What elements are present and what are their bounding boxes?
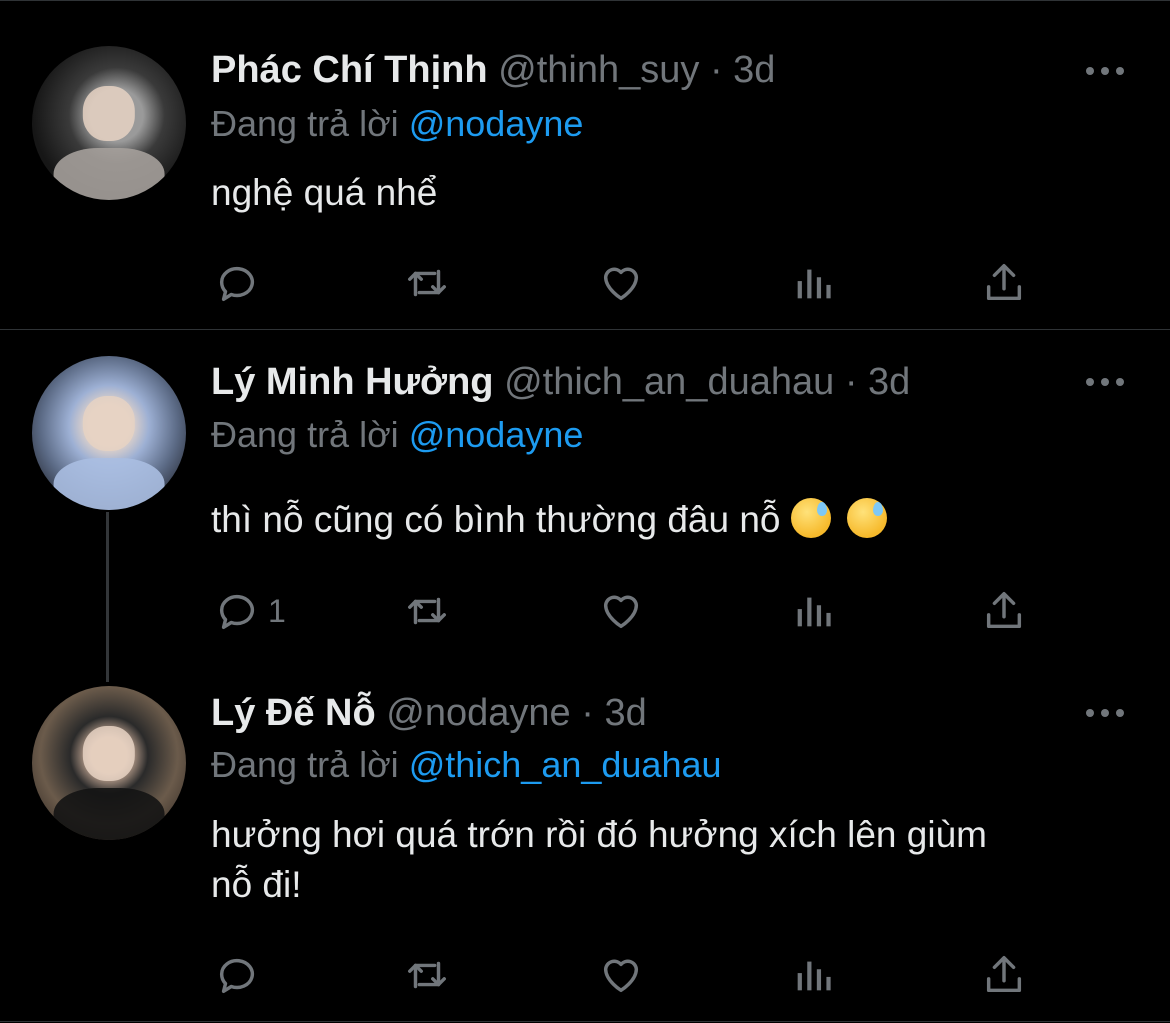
tweet-text-line: nỗ đi!	[211, 864, 302, 905]
avatar[interactable]	[32, 686, 186, 840]
like-icon	[603, 959, 639, 993]
replying-to: Đang trả lời @nodayne	[211, 413, 583, 457]
like-button[interactable]	[598, 258, 644, 308]
reply-button[interactable]	[214, 258, 268, 308]
replying-to: Đang trả lời @nodayne	[211, 102, 583, 146]
tweet-actions: 1	[0, 586, 1170, 636]
reply-button[interactable]	[214, 950, 268, 1000]
user-handle[interactable]: @thich_an_duahau	[504, 361, 834, 403]
avatar[interactable]	[32, 356, 186, 510]
mention-link[interactable]: @nodayne	[409, 414, 584, 455]
analytics-button[interactable]	[790, 950, 836, 1000]
tweet-header: Phác Chí Thịnh @thinh_suy · 3d	[211, 48, 775, 92]
analytics-button[interactable]	[790, 258, 836, 308]
reply-icon	[219, 266, 255, 302]
tweet-text: nghệ quá nhể	[211, 172, 438, 213]
timestamp[interactable]: 3d	[868, 361, 910, 403]
tweet-text-line: hưởng hơi quá trớn rồi đó hưởng xích lên…	[211, 814, 987, 855]
reply-icon	[219, 958, 255, 994]
share-button[interactable]	[981, 950, 1027, 1000]
replying-to: Đang trả lời @thich_an_duahau	[211, 743, 722, 787]
retweet-button[interactable]	[404, 950, 450, 1000]
like-icon	[603, 267, 639, 301]
more-icon[interactable]	[1086, 709, 1126, 719]
timestamp[interactable]: 3d	[604, 692, 646, 734]
replying-to-label: Đang trả lời	[211, 414, 399, 455]
separator: ·	[844, 361, 858, 403]
analytics-icon	[797, 961, 831, 991]
retweet-icon	[408, 269, 446, 297]
sweat-smile-emoji	[790, 498, 831, 538]
analytics-button[interactable]	[790, 586, 836, 636]
share-icon	[986, 592, 1022, 629]
retweet-button[interactable]	[404, 258, 450, 308]
tweet[interactable]: Lý Đế Nỗ @nodayne · 3d Đang trả lời @thi…	[0, 660, 1170, 1023]
tweet[interactable]: Phác Chí Thịnh @thinh_suy · 3d Đang trả …	[0, 0, 1170, 330]
share-button[interactable]	[981, 586, 1027, 636]
display-name[interactable]: Lý Minh Hưởng	[211, 361, 494, 403]
tweet-text: thì nỗ cũng có bình thường đâu nỗ	[211, 499, 781, 540]
tweet-text: hưởng hơi quá trớn rồi đó hưởng xích lên…	[211, 810, 1141, 910]
tweet-actions	[0, 950, 1170, 1000]
replying-to-label: Đang trả lời	[211, 744, 399, 785]
reply-icon	[219, 594, 255, 630]
like-button[interactable]	[598, 950, 644, 1000]
separator: ·	[709, 49, 723, 91]
reply-button[interactable]: 1	[214, 586, 286, 636]
display-name[interactable]: Phác Chí Thịnh	[211, 49, 488, 91]
analytics-icon	[797, 597, 831, 627]
reply-count: 1	[268, 592, 286, 629]
retweet-icon	[408, 961, 446, 989]
more-icon[interactable]	[1086, 67, 1126, 77]
share-icon	[986, 264, 1022, 301]
retweet-icon	[408, 597, 446, 625]
analytics-icon	[797, 269, 831, 299]
more-icon[interactable]	[1086, 378, 1126, 388]
sweat-smile-emoji	[846, 498, 887, 538]
share-icon	[986, 956, 1022, 993]
like-button[interactable]	[598, 586, 644, 636]
like-icon	[603, 595, 639, 629]
user-handle[interactable]: @nodayne	[386, 692, 570, 734]
mention-link[interactable]: @nodayne	[409, 103, 584, 144]
tweet-actions	[0, 258, 1170, 308]
separator: ·	[581, 692, 594, 734]
timestamp[interactable]: 3d	[733, 49, 775, 91]
replying-to-label: Đang trả lời	[211, 103, 399, 144]
share-button[interactable]	[981, 258, 1027, 308]
display-name[interactable]: Lý Đế Nỗ	[211, 692, 376, 734]
avatar[interactable]	[32, 46, 186, 200]
tweet-header: Lý Minh Hưởng @thich_an_duahau · 3d	[211, 360, 910, 404]
tweet-header: Lý Đế Nỗ @nodayne · 3d	[211, 691, 647, 735]
user-handle[interactable]: @thinh_suy	[498, 49, 699, 91]
tweet[interactable]: Lý Minh Hưởng @thich_an_duahau · 3d Đang…	[0, 330, 1170, 680]
bottom-divider	[0, 1021, 1170, 1022]
retweet-button[interactable]	[404, 586, 450, 636]
mention-link[interactable]: @thich_an_duahau	[409, 744, 722, 785]
tweet-text-container: thì nỗ cũng có bình thường đâu nỗ	[211, 495, 1141, 545]
